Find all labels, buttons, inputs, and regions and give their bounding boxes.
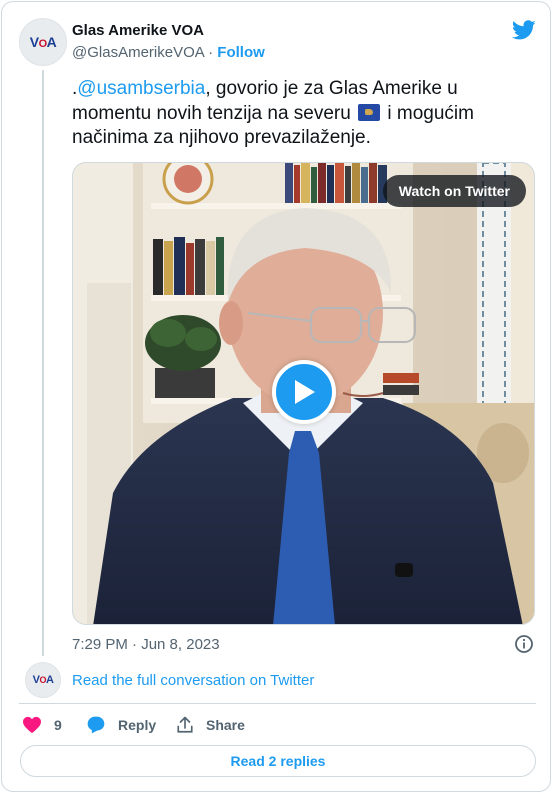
author-handle[interactable]: @GlasAmerikeVOA	[72, 44, 204, 61]
heart-icon	[23, 716, 41, 734]
tweet-timestamp[interactable]: 7:29 PM · Jun 8, 2023	[72, 636, 220, 653]
like-button[interactable]: 9	[22, 714, 62, 736]
video-thumbnail[interactable]: Watch on Twitter	[72, 162, 535, 625]
play-icon	[295, 380, 315, 404]
mention-link[interactable]: @usambserbia	[77, 78, 205, 99]
voa-logo-small: VOA	[32, 674, 54, 686]
conversation-avatar[interactable]: VOA	[25, 662, 61, 698]
twitter-bird-icon[interactable]	[512, 18, 536, 42]
watch-on-twitter-button[interactable]: Watch on Twitter	[382, 175, 526, 207]
share-icon	[177, 716, 193, 733]
reply-button[interactable]: Reply	[86, 714, 156, 736]
divider	[19, 703, 536, 704]
tweet-embed-card: VOA Glas Amerike VOA @GlasAmerikeVOA · F…	[1, 1, 551, 792]
share-button[interactable]: Share	[176, 714, 245, 736]
info-icon[interactable]	[514, 634, 534, 654]
read-replies-button[interactable]: Read 2 replies	[20, 745, 536, 777]
tweet-text: .@usambserbia, govorio je za Glas Amerik…	[72, 77, 532, 151]
author-handle-row: @GlasAmerikeVOA · Follow	[72, 44, 265, 61]
share-label: Share	[206, 717, 245, 733]
reply-icon	[87, 716, 105, 734]
thread-line	[42, 70, 44, 656]
author-display-name[interactable]: Glas Amerike VOA	[72, 22, 204, 39]
voa-logo: VOA	[29, 34, 57, 50]
kosovo-flag-icon	[358, 103, 381, 121]
like-count: 9	[54, 717, 62, 733]
play-button[interactable]	[272, 360, 336, 424]
handle-separator: ·	[203, 44, 218, 61]
follow-button[interactable]: Follow	[217, 44, 265, 61]
reply-label: Reply	[118, 717, 157, 733]
author-avatar[interactable]: VOA	[19, 18, 67, 66]
read-full-conversation-link[interactable]: Read the full conversation on Twitter	[72, 672, 314, 689]
